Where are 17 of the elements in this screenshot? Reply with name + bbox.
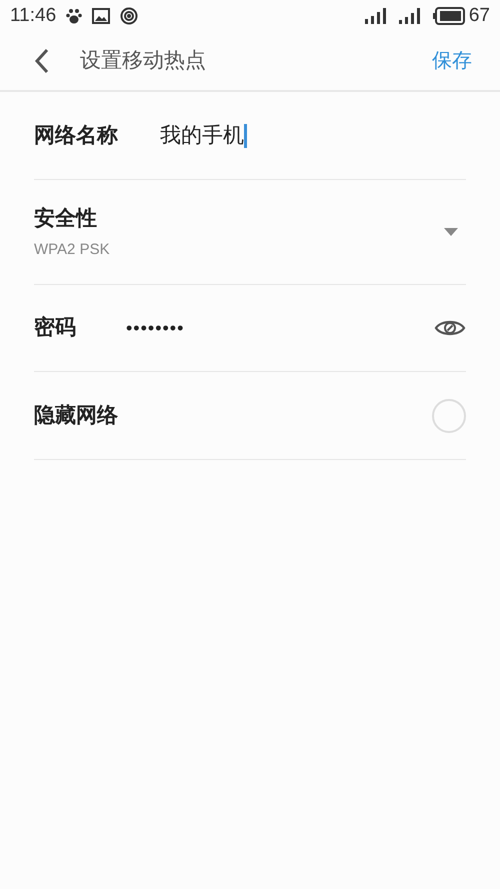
checkbox[interactable] [432, 398, 466, 432]
field-label: 密码 [34, 314, 76, 342]
name-field[interactable]: 我的手机 [160, 120, 247, 152]
field-label: 安全性 [34, 206, 98, 232]
image-icon [92, 8, 110, 24]
hotspot-icon [120, 7, 138, 25]
dropdown-caret-icon [444, 228, 458, 236]
clock: 11:46 [10, 4, 56, 28]
battery-level: 67 [468, 4, 490, 28]
page-title: 设置移动热点 [80, 48, 206, 74]
paw-icon [66, 8, 82, 24]
security-value: WPA2 PSK [34, 240, 110, 260]
password-field[interactable]: •••••••• [126, 314, 184, 342]
security-dropdown[interactable]: 安全性 WPA2 PSK [34, 180, 466, 285]
battery-icon [432, 7, 465, 25]
field-label: 网络名称 [34, 122, 118, 149]
field-label: 隐藏网络 [34, 402, 118, 429]
